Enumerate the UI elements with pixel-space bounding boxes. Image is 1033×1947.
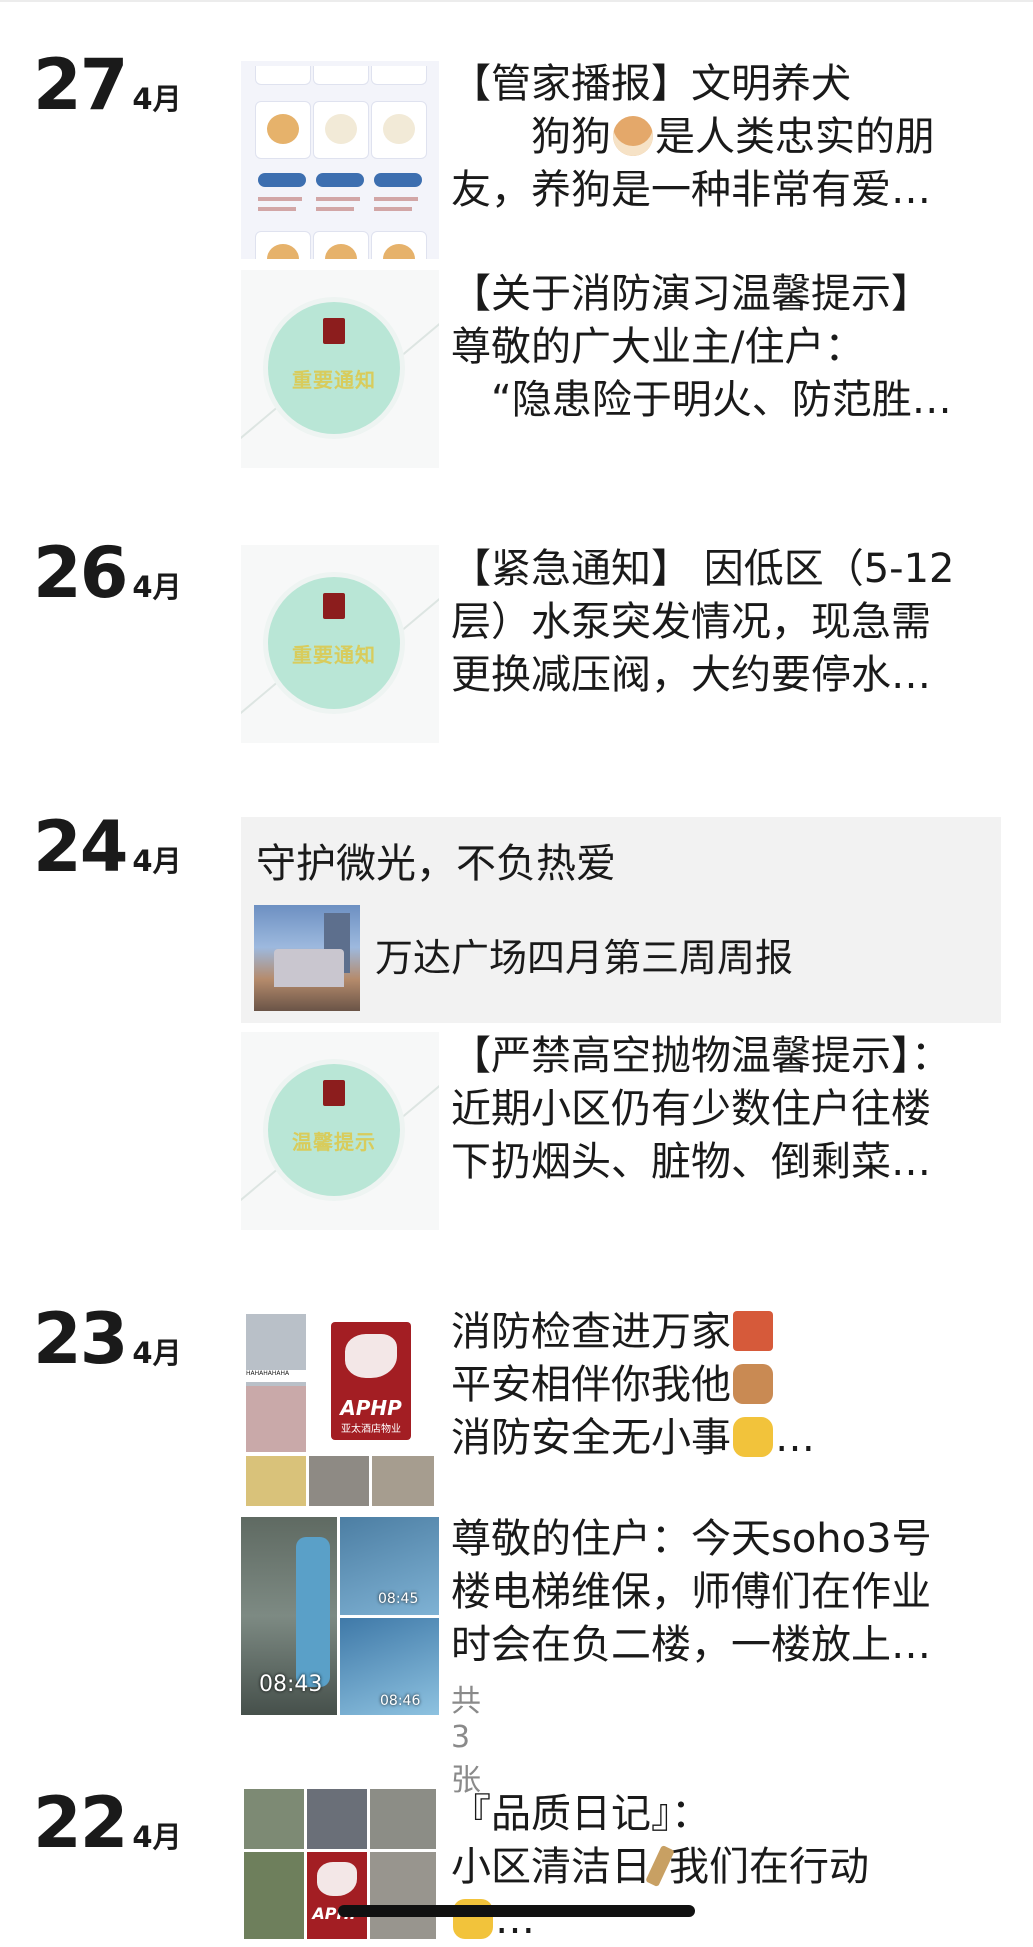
date-label: 22 4月 [33,1788,182,1858]
post-line: 【管家播报】文明养犬 [451,61,851,107]
date-label: 27 4月 [33,50,182,120]
post-line: 尊敬的广大业主/住户： [451,324,865,370]
house-emoji [733,1311,773,1351]
post-line: 友，养狗是一种非常有爱… [451,167,931,213]
date-day: 27 [33,44,128,126]
date-month: 4月 [132,82,182,116]
photo-timestamp: 08:46 [380,1693,421,1709]
date-month: 4月 [132,1336,182,1370]
date-month: 4月 [132,844,182,878]
notice-label: 温馨提示 [292,1130,376,1154]
post-line: 尊敬的住户：今天soho3号 [451,1516,932,1562]
top-divider [0,0,1033,2]
post-line: 层）水泵突发情况，现急需 [451,599,931,645]
people-holding-hands-emoji [733,1364,773,1404]
post-line: 下扔烟头、脏物、倒剩菜… [451,1139,931,1185]
photo-collage-thumbnail[interactable]: HAHAHAHAHA APHP 亚太酒店物业 [241,1310,439,1508]
post-text[interactable]: 消防检查进万家 平安相伴你我他 消防安全无小事 … [451,1306,1006,1465]
post-line: 消防安全无小事 [451,1415,731,1461]
dog-poster-thumbnail[interactable] [241,61,439,259]
date-label: 26 4月 [33,538,182,608]
post-line: 『品质日记』： [451,1791,711,1837]
aphp-logo: APHP [307,1852,367,1939]
post-line: 消防检查进万家 [451,1309,731,1355]
post-text[interactable]: 【管家播报】文明养犬 狗狗 是人类忠实的朋 友，养狗是一种非常有爱… [451,58,1006,217]
post-line: … [775,1415,815,1461]
notice-thumbnail[interactable]: 重要通知 [241,270,439,468]
post-line: 【紧急通知】 因低区（5-12 [451,546,955,592]
collage-banner: HAHAHAHAHA [246,1370,306,1382]
post-line: 狗狗 [451,114,611,160]
date-label: 24 4月 [33,812,182,882]
company-logo-icon [323,1080,345,1106]
post-text[interactable]: 尊敬的住户：今天soho3号 楼电梯维保，师傅们在作业 时会在负二楼，一楼放上… [451,1513,1006,1672]
dog-face-emoji [613,116,653,156]
date-month: 4月 [132,1820,182,1854]
post-line: … [495,1897,535,1943]
post-line: 时会在负二楼，一楼放上… [451,1622,931,1668]
fist-emoji [733,1417,773,1457]
notice-label: 重要通知 [292,643,376,667]
post-line: 更换减压阀，大约要停水… [451,652,931,698]
company-logo-icon [323,593,345,619]
article-subtitle: 万达广场四月第三周周报 [375,936,794,980]
post-text[interactable]: 【紧急通知】 因低区（5-12 层）水泵突发情况，现急需 更换减压阀，大约要停水… [451,543,1006,702]
post-line: 平安相伴你我他 [451,1362,731,1408]
date-label: 23 4月 [33,1304,182,1374]
company-logo-icon [323,318,345,344]
post-text[interactable]: 【关于消防演习温馨提示】 尊敬的广大业主/住户： “隐患险于明火、防范胜… [451,268,1006,427]
article-title: 守护微光，不负热爱 [256,841,616,887]
notice-thumbnail[interactable]: 重要通知 [241,545,439,743]
date-day: 23 [33,1298,128,1380]
notice-thumbnail[interactable]: 温馨提示 [241,1032,439,1230]
post-line: 小区清洁日 [451,1844,651,1890]
date-day: 24 [33,806,128,888]
photo-timestamp: 08:43 [259,1672,323,1697]
notice-label: 重要通知 [292,368,376,392]
post-line: 楼电梯维保，师傅们在作业 [451,1569,931,1615]
photo-collage-thumbnail[interactable]: 08:43 08:45 08:46 [241,1517,439,1715]
post-text[interactable]: 【严禁高空抛物温馨提示】： 近期小区仍有少数住户往楼 下扔烟头、脏物、倒剩菜… [451,1030,1006,1189]
date-day: 22 [33,1782,128,1864]
post-line: 是人类忠实的朋 [655,114,935,160]
aphp-logo: APHP 亚太酒店物业 [331,1322,411,1440]
date-day: 26 [33,532,128,614]
date-month: 4月 [132,570,182,604]
home-indicator[interactable] [338,1905,695,1917]
post-line: 近期小区仍有少数住户往楼 [451,1086,931,1132]
post-line: 【严禁高空抛物温馨提示】： [451,1033,951,1079]
photo-timestamp: 08:45 [378,1591,419,1607]
shared-article-card[interactable]: 守护微光，不负热爱 万达广场四月第三周周报 [241,817,1001,1023]
photo-count: 共3张 [451,1684,481,1798]
post-text[interactable]: 『品质日记』： 小区清洁日 我们在行动 … [451,1788,1006,1947]
article-thumbnail [254,905,360,1011]
post-line: 我们在行动 [669,1844,869,1890]
post-line: “隐患险于明火、防范胜… [451,377,952,423]
post-line: 【关于消防演习温馨提示】 [451,271,931,317]
